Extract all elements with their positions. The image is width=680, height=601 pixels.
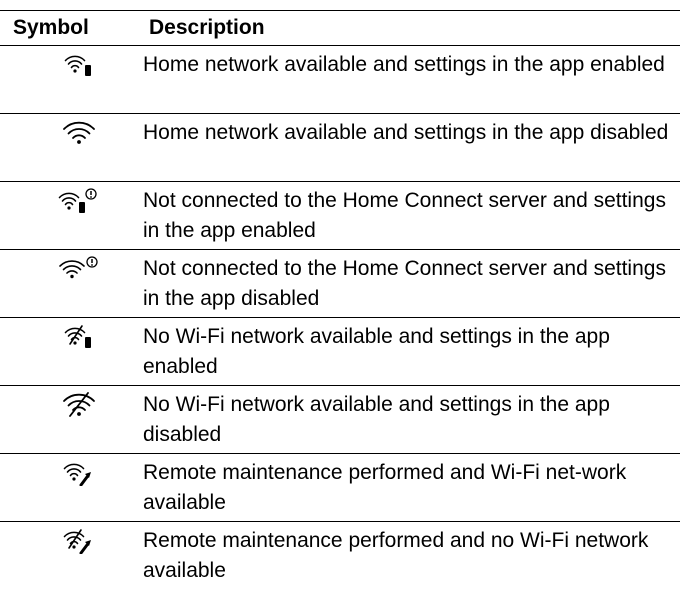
row-description: Home network available and settings in t… [143,121,669,144]
wifi-off-phone-icon [38,324,120,354]
symbol-table: Symbol Description Home network availabl… [0,10,680,590]
wifi-phone-icon [38,52,120,82]
table-row: No Wi-Fi network available and settings … [0,318,680,386]
symbol-column-header: Symbol [13,16,89,39]
wifi-wrench-icon [38,460,120,490]
table-row: Remote maintenance performed and no Wi-F… [0,522,680,590]
row-description: Home network available and settings in t… [143,53,665,76]
table-row: Not connected to the Home Connect server… [0,250,680,318]
row-description: Remote maintenance performed and Wi-Fi n… [143,461,627,514]
table-row: Remote maintenance performed and Wi-Fi n… [0,454,680,522]
row-description: No Wi-Fi network available and settings … [143,393,610,446]
table-row: Home network available and settings in t… [0,46,680,114]
wifi-off-icon [38,392,120,422]
wifi-off-wrench-icon [38,528,120,558]
wifi-phone-alert-icon [38,188,120,218]
table-header: Symbol Description [0,10,680,46]
table-row: No Wi-Fi network available and settings … [0,386,680,454]
row-description: No Wi-Fi network available and settings … [143,325,610,378]
wifi-alert-icon [38,256,120,286]
row-description: Remote maintenance performed and no Wi-F… [143,529,649,582]
table-row: Home network available and settings in t… [0,114,680,182]
row-description: Not connected to the Home Connect server… [143,257,666,310]
row-description: Not connected to the Home Connect server… [143,189,666,242]
description-column-header: Description [149,16,265,39]
wifi-icon [38,120,120,150]
table-row: Not connected to the Home Connect server… [0,182,680,250]
